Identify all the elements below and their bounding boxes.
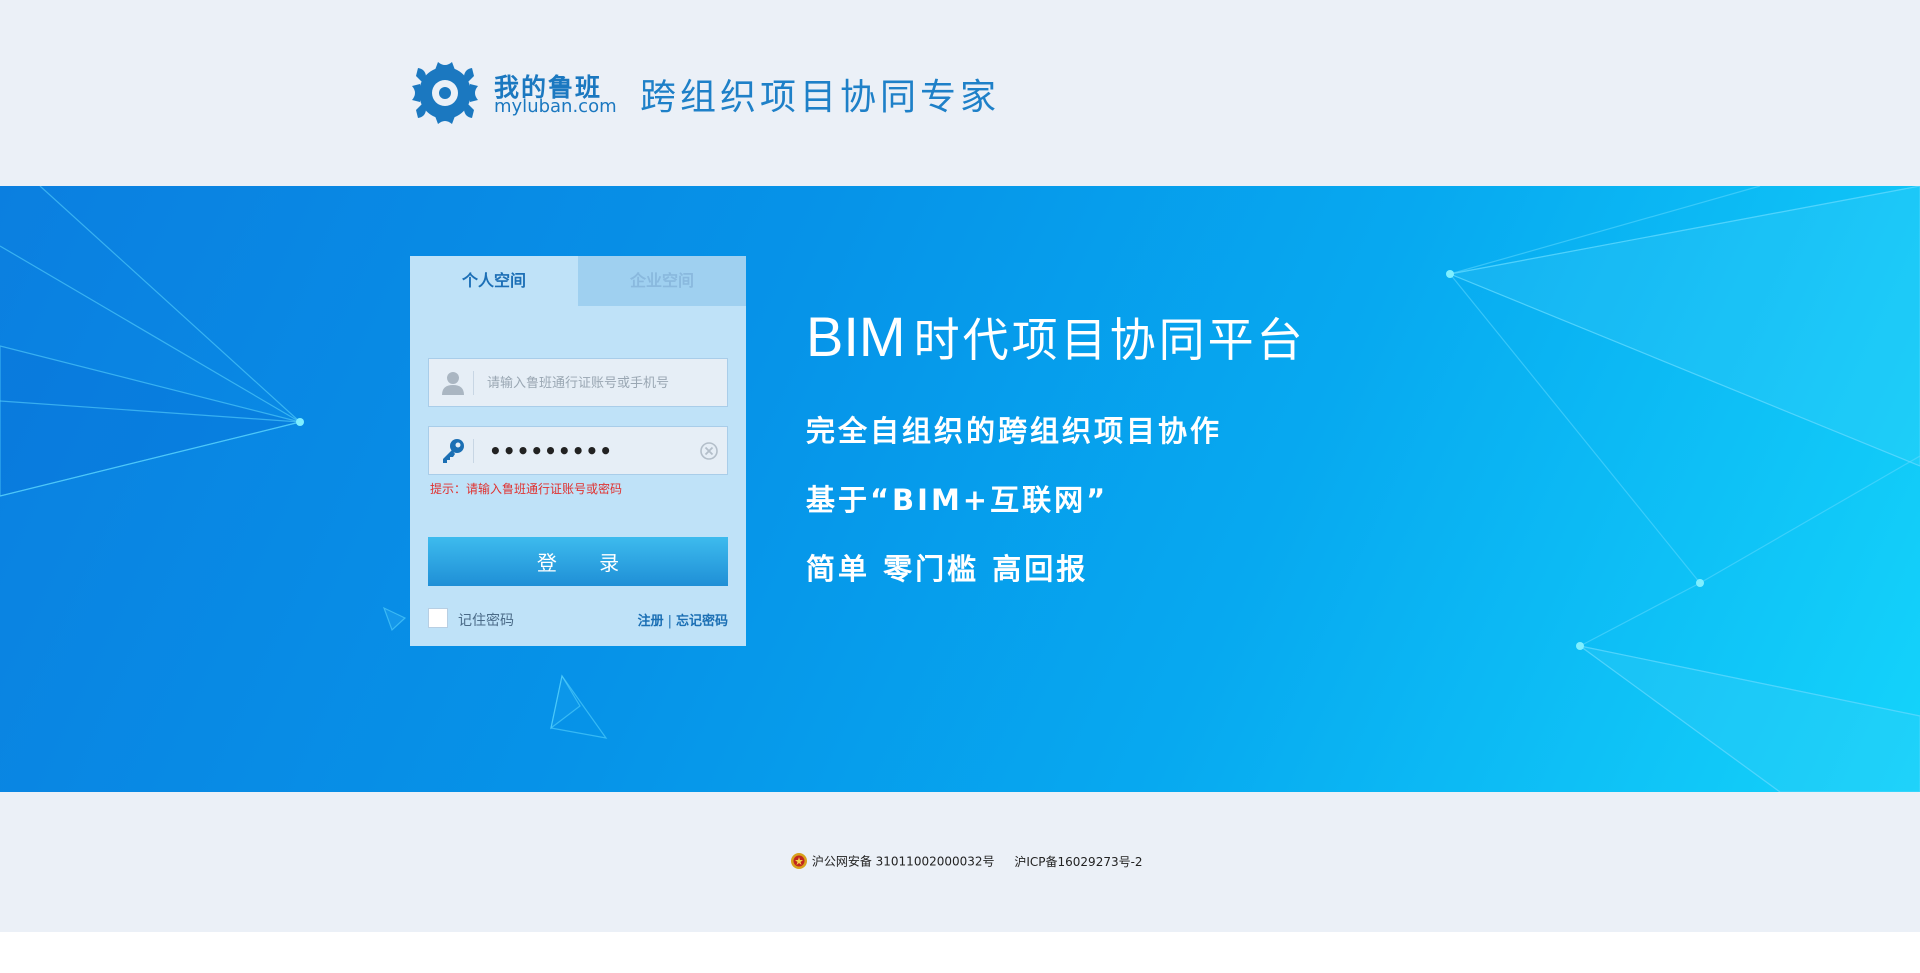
tab-personal-space[interactable]: 个人空间	[410, 256, 578, 306]
username-input[interactable]	[487, 367, 707, 399]
promo-feature: 简单 零门槛 高回报	[806, 552, 1089, 586]
icp-record-text[interactable]: 沪ICP备16029273号-2	[1014, 855, 1142, 869]
remember-password-checkbox[interactable]	[428, 608, 448, 628]
slogan: 跨组织项目协同专家	[640, 77, 1001, 118]
headline-rest: 时代项目协同平台	[913, 313, 1306, 367]
user-icon	[442, 372, 464, 395]
remember-password-label: 记住密码	[458, 613, 514, 629]
promo-feature: 完全自组织的跨组织项目协作	[806, 414, 1223, 448]
tab-enterprise-space[interactable]: 企业空间	[578, 256, 746, 306]
password-input[interactable]: •••••••••	[489, 439, 613, 463]
header: 我的鲁班 myluban.com 跨组织项目协同专家	[0, 0, 1920, 186]
field-divider	[473, 371, 474, 395]
gear-logo-icon	[412, 62, 478, 124]
key-icon	[443, 439, 464, 463]
link-separator: |	[667, 614, 672, 629]
logo-domain: myluban.com	[494, 96, 617, 117]
police-record-text[interactable]: 沪公网安备 31011002000032号	[812, 855, 995, 869]
police-badge-icon	[791, 853, 807, 869]
login-panel: 个人空间 企业空间 ••••••••• 提示：请输入鲁班通行证账号或密码	[410, 256, 746, 646]
register-link[interactable]: 注册	[638, 614, 664, 629]
password-field[interactable]: •••••••••	[428, 426, 728, 475]
login-button[interactable]: 登 录	[428, 537, 728, 586]
headline-bim: BIM	[806, 305, 906, 368]
banner: 个人空间 企业空间 ••••••••• 提示：请输入鲁班通行证账号或密码	[0, 186, 1920, 792]
login-hint: 提示：请输入鲁班通行证账号或密码	[430, 482, 623, 496]
field-divider	[473, 439, 474, 463]
promo-headline: BIM 时代项目协同平台	[806, 304, 1306, 370]
clear-icon[interactable]	[699, 441, 719, 461]
promo-feature: 基于“BIM+互联网”	[806, 483, 1109, 517]
forgot-password-link[interactable]: 忘记密码	[676, 614, 728, 629]
footer-records: 沪公网安备 31011002000032号 沪ICP备16029273号-2	[790, 852, 1143, 874]
username-field[interactable]	[428, 358, 728, 407]
footer: 沪公网安备 31011002000032号 沪ICP备16029273号-2	[0, 792, 1920, 932]
account-links: 注册 | 忘记密码	[638, 610, 728, 629]
